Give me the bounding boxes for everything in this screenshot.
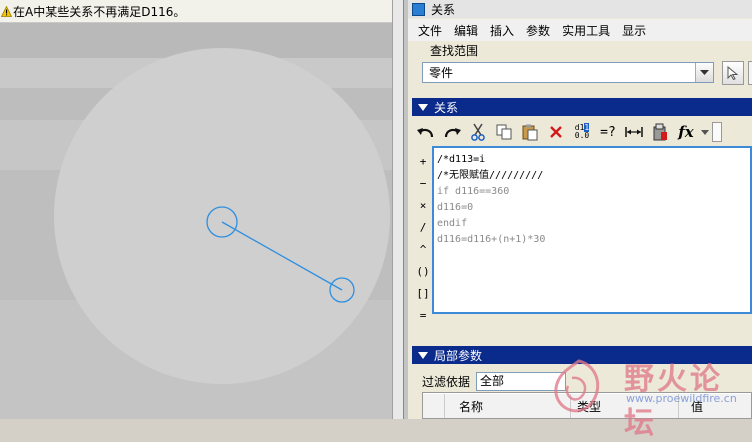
switch-symbols-icon[interactable]: d11 0.0: [570, 120, 594, 144]
paste-icon[interactable]: [518, 120, 542, 144]
cut-icon[interactable]: [466, 120, 490, 144]
relations-section-header[interactable]: 关系: [412, 98, 752, 116]
editor-line: d116=d116+(n+1)*30: [437, 234, 546, 245]
undo-icon[interactable]: [414, 120, 438, 144]
operator-power[interactable]: ^: [414, 238, 432, 260]
scope-value: 零件: [429, 66, 454, 80]
warning-bar: 在A中某些关系不再满足D116。: [0, 0, 392, 23]
collapse-triangle-icon[interactable]: [418, 351, 428, 359]
operator-divide[interactable]: /: [414, 216, 432, 238]
dialog-title: 关系: [431, 2, 456, 17]
filter-label: 过滤依据: [422, 375, 471, 389]
operator-equals[interactable]: =: [414, 304, 432, 326]
scope-label: 查找范围: [430, 44, 479, 58]
menu-show[interactable]: 显示: [616, 22, 652, 39]
evaluate-icon[interactable]: =?: [596, 120, 620, 144]
editor-line: /*d113=i: [437, 154, 486, 165]
verify-icon[interactable]: [648, 120, 672, 144]
editor-line: if d116==360: [437, 186, 510, 197]
menu-insert[interactable]: 插入: [484, 22, 520, 39]
watermark-url: www.proewildfire.cn: [626, 392, 737, 405]
model-disc: [54, 48, 390, 384]
sketch-canvas[interactable]: [0, 0, 392, 419]
redo-icon[interactable]: [440, 120, 464, 144]
watermark: 野火论坛 www.proewildfire.cn: [540, 352, 752, 441]
extra-button[interactable]: [748, 61, 752, 85]
local-params-header-label: 局部参数: [434, 348, 483, 363]
editor-line: endif: [437, 218, 468, 229]
operator-column: + − × / ^ () [] =: [414, 150, 432, 326]
relations-toolbar: d11 0.0 =? fx: [414, 119, 752, 145]
operator-brackets[interactable]: []: [414, 282, 432, 304]
measure-icon[interactable]: [622, 120, 646, 144]
scope-dropdown[interactable]: 零件: [422, 62, 714, 83]
graphics-viewport[interactable]: 在A中某些关系不再满足D116。: [0, 0, 403, 419]
cursor-arrow-icon: [727, 66, 739, 80]
warning-text: 在A中某些关系不再满足D116。: [13, 4, 186, 19]
chevron-down-icon[interactable]: [695, 63, 713, 82]
warning-icon: [1, 5, 12, 17]
relations-editor[interactable]: /*d113=i /*无限赋值///////// if d116==360 d1…: [432, 146, 752, 314]
more-tools-button[interactable]: [712, 122, 722, 142]
relations-header-label: 关系: [434, 100, 459, 115]
dialog-titlebar[interactable]: 关系: [408, 0, 752, 18]
select-pointer-button[interactable]: [722, 61, 744, 85]
menu-edit[interactable]: 编辑: [448, 22, 484, 39]
chevron-down-icon[interactable]: [700, 120, 710, 144]
vertical-scrollbar[interactable]: [392, 0, 403, 419]
app-icon: [412, 2, 425, 16]
editor-line: /*无限赋值/////////: [437, 170, 544, 181]
operator-plus[interactable]: +: [414, 150, 432, 172]
menu-bar: 文件 编辑 插入 参数 实用工具 显示: [408, 19, 752, 41]
delete-icon[interactable]: [544, 120, 568, 144]
function-icon[interactable]: fx: [674, 120, 698, 144]
editor-line: d116=0: [437, 202, 474, 213]
column-header-blank: [423, 394, 445, 418]
collapse-triangle-icon[interactable]: [418, 103, 428, 111]
flame-logo-icon: [554, 359, 600, 413]
menu-file[interactable]: 文件: [408, 22, 448, 39]
operator-multiply[interactable]: ×: [414, 194, 432, 216]
menu-parameters[interactable]: 参数: [520, 22, 556, 39]
copy-icon[interactable]: [492, 120, 516, 144]
menu-utilities[interactable]: 实用工具: [556, 22, 616, 39]
operator-parentheses[interactable]: (): [414, 260, 432, 282]
operator-minus[interactable]: −: [414, 172, 432, 194]
